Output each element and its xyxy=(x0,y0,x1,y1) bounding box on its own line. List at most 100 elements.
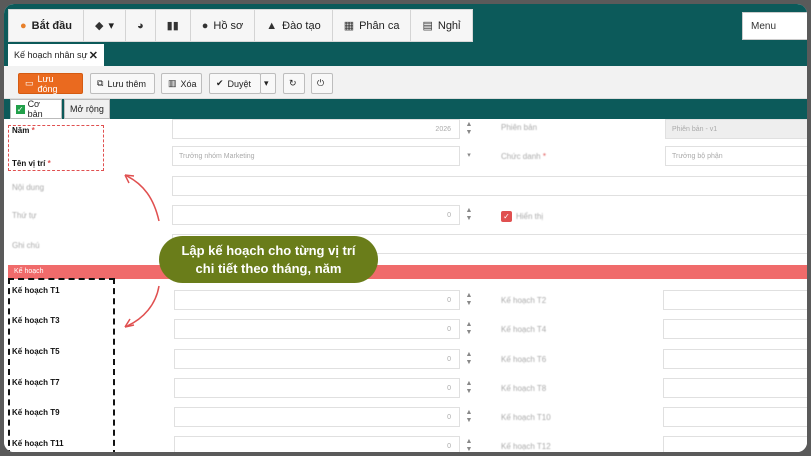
plan-t9-input[interactable]: 0 xyxy=(174,407,460,427)
menu-shift-label: Phân ca xyxy=(359,19,400,32)
chevron-down-icon: ▾ xyxy=(264,78,269,88)
menu-leave-label: Nghỉ xyxy=(437,19,461,32)
arrow-down-head xyxy=(124,318,135,328)
menu-chart[interactable]: ▮▮ xyxy=(156,10,191,41)
plan-t10-input[interactable] xyxy=(663,407,807,427)
refresh-icon: ↻ xyxy=(289,78,297,88)
highlight-monthly-plans xyxy=(8,278,115,452)
active-label: Hiển thị xyxy=(516,212,544,221)
menu-cube[interactable]: ◆ ▾ xyxy=(84,10,126,41)
top-bar: ● Bắt đầu ◆ ▾ ◕ ▮▮ ● Hồ sơ ▲ Đào tạo ▦ P… xyxy=(4,4,807,44)
approve-label: Duyệt xyxy=(227,78,252,89)
active-checkbox[interactable]: ✓ xyxy=(501,211,512,222)
annotation-arrows xyxy=(124,174,160,328)
form-content: Năm * 2026 ▲ ▼ Phiên bản Phiên bản - v1 T… xyxy=(4,119,807,452)
calendar-icon: ▦ xyxy=(343,20,355,32)
power-icon: ⏻ xyxy=(317,78,325,88)
position-select[interactable]: Trưởng nhóm Marketing xyxy=(172,146,460,166)
approve-button[interactable]: ✔ Duyệt xyxy=(209,73,261,94)
tab-expand-label: Mở rộng xyxy=(70,104,104,114)
menu-start-label: Bắt đầu xyxy=(31,19,72,32)
plan-t4-input[interactable] xyxy=(663,319,807,339)
top-menu: ● Bắt đầu ◆ ▾ ◕ ▮▮ ● Hồ sơ ▲ Đào tạo ▦ P… xyxy=(8,9,473,42)
plan-t8-input[interactable] xyxy=(663,378,807,398)
menu-profile[interactable]: ● Hồ sơ xyxy=(191,10,256,41)
tab-basic-label: Cơ bản xyxy=(27,99,43,119)
year-input[interactable]: 2026 xyxy=(172,119,460,139)
tab-personnel-plan-label: Kế hoạch nhân sự xyxy=(14,50,88,60)
order-input[interactable]: 0 xyxy=(172,205,460,225)
power-button[interactable]: ⏻ xyxy=(311,73,333,94)
plan-t11-input[interactable]: 0 xyxy=(174,436,460,452)
plan-t1-spinner[interactable]: ▲ ▼ xyxy=(462,290,476,310)
approve-dropdown-button[interactable]: ▾ xyxy=(260,73,276,94)
menu-search-input[interactable]: Menu xyxy=(742,12,807,40)
plan-t10-label: Kế hoạch T10 xyxy=(501,413,551,422)
arrow-up xyxy=(124,174,160,222)
plan-t7-input[interactable]: 0 xyxy=(174,378,460,398)
plan-t6-label: Kế hoạch T6 xyxy=(501,355,547,364)
version-input[interactable]: Phiên bản - v1 xyxy=(665,119,807,139)
plan-t11-spinner[interactable]: ▲ ▼ xyxy=(462,436,476,452)
plan-t7-spinner[interactable]: ▲ ▼ xyxy=(462,378,476,398)
plan-t4-label: Kế hoạch T4 xyxy=(501,325,547,334)
save-icon: ▭ xyxy=(25,78,34,88)
plan-t3-input[interactable]: 0 xyxy=(174,319,460,339)
plan-t8-label: Kế hoạch T8 xyxy=(501,384,547,393)
chevron-down-icon: ▾ xyxy=(108,20,114,32)
cube-icon: ◆ xyxy=(95,20,104,32)
save-close-label: Lưu đóng xyxy=(37,73,58,94)
position-dropdown[interactable]: ▾ xyxy=(462,146,476,166)
menu-start[interactable]: ● Bắt đầu xyxy=(9,10,84,41)
content-label: Nội dung xyxy=(12,183,45,192)
document-tabs-bar: Kế hoạch nhân sự ✕ xyxy=(4,44,807,66)
plan-t6-input[interactable] xyxy=(663,349,807,369)
dashboard-icon: ◕ xyxy=(137,19,144,32)
chart-icon: ▮▮ xyxy=(166,20,179,32)
menu-profile-label: Hồ sơ xyxy=(213,19,244,32)
tab-expand[interactable]: Mở rộng xyxy=(64,99,110,119)
plan-t5-spinner[interactable]: ▲ ▼ xyxy=(462,349,476,369)
save-new-button[interactable]: ⧉ Lưu thêm xyxy=(90,73,155,94)
tab-personnel-plan[interactable]: Kế hoạch nhân sự ✕ xyxy=(8,44,104,66)
year-spinner[interactable]: ▲ ▼ xyxy=(462,119,476,139)
screenshot-frame: ● Bắt đầu ◆ ▾ ◕ ▮▮ ● Hồ sơ ▲ Đào tạo ▦ P… xyxy=(0,0,811,456)
content-input[interactable] xyxy=(172,176,807,196)
plan-t1-input[interactable]: 0 xyxy=(174,290,460,310)
refresh-button[interactable]: ↻ xyxy=(283,73,305,94)
menu-training[interactable]: ▲ Đào tạo xyxy=(255,10,333,41)
plan-t9-spinner[interactable]: ▲ ▼ xyxy=(462,407,476,427)
plan-t2-input[interactable] xyxy=(663,290,807,310)
id-card-icon: ▤ xyxy=(422,20,433,32)
user-icon: ● xyxy=(201,19,209,32)
order-label: Thứ tự xyxy=(12,211,37,220)
menu-shift[interactable]: ▦ Phân ca xyxy=(333,10,412,41)
menu-leave[interactable]: ▤ Nghỉ xyxy=(411,10,471,41)
plan-t3-spinner[interactable]: ▲ ▼ xyxy=(462,319,476,339)
tab-basic[interactable]: ✓ Cơ bản xyxy=(10,99,62,119)
plan-t12-label: Kế hoạch T12 xyxy=(501,442,551,451)
close-icon[interactable]: ✕ xyxy=(89,49,98,62)
plan-section-label: Kế hoạch xyxy=(14,268,44,275)
plan-t12-input[interactable] xyxy=(663,436,807,452)
menu-dashboard[interactable]: ◕ xyxy=(126,10,156,41)
arrow-down xyxy=(124,285,160,328)
toolbar: ▭ Lưu đóng ⧉ Lưu thêm ▥ Xóa ✔ Duyệt ▾ ↻ … xyxy=(4,66,807,99)
pumpkin-icon: ● xyxy=(20,19,27,32)
save-close-button[interactable]: ▭ Lưu đóng xyxy=(18,73,83,94)
save-new-label: Lưu thêm xyxy=(107,78,146,89)
note-label: Ghi chú xyxy=(12,241,40,250)
copy-icon: ⧉ xyxy=(97,78,104,88)
arrow-up-head xyxy=(124,174,135,184)
title-label: Chức danh * xyxy=(501,152,546,161)
title-input[interactable]: Trưởng bộ phận xyxy=(665,146,807,166)
menu-training-label: Đào tạo xyxy=(282,19,321,32)
order-spinner[interactable]: ▲ ▼ xyxy=(462,205,476,225)
delete-button[interactable]: ▥ Xóa xyxy=(161,73,202,94)
callout-line-1: Lập kế hoạch cho từng vị trí xyxy=(181,243,356,258)
graduation-cap-icon: ▲ xyxy=(266,19,278,32)
callout-line-2: chi tiết theo tháng, năm xyxy=(195,261,342,276)
plan-t5-input[interactable]: 0 xyxy=(174,349,460,369)
checkbox-icon: ✓ xyxy=(16,104,25,114)
form-tabs-bar: ✓ Cơ bản Mở rộng xyxy=(4,99,807,119)
